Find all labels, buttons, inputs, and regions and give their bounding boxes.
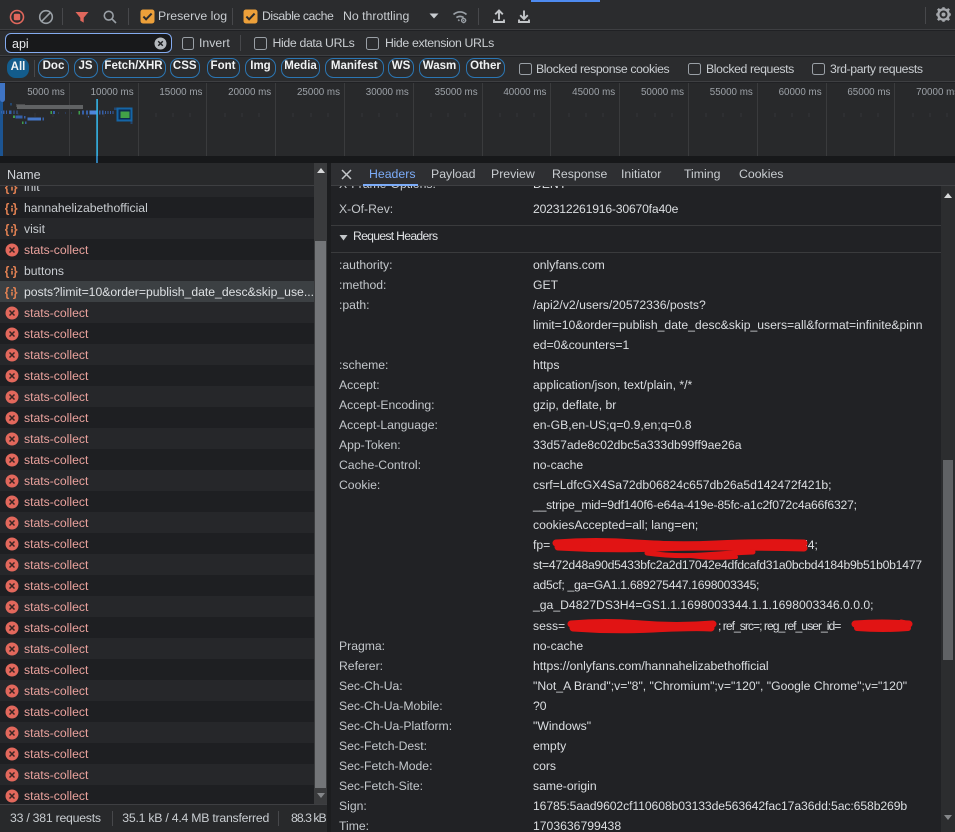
svg-text:}: } [13,222,18,236]
svg-text:}: } [13,264,18,278]
svg-text:{: { [5,222,10,236]
svg-text:}: } [13,201,18,215]
svg-text:{: { [5,264,10,278]
svg-text:{: { [5,201,10,215]
svg-text:{: { [5,285,10,299]
svg-text:}: } [13,285,18,299]
svg-text:{: { [5,186,10,194]
svg-text:}: } [13,186,18,194]
